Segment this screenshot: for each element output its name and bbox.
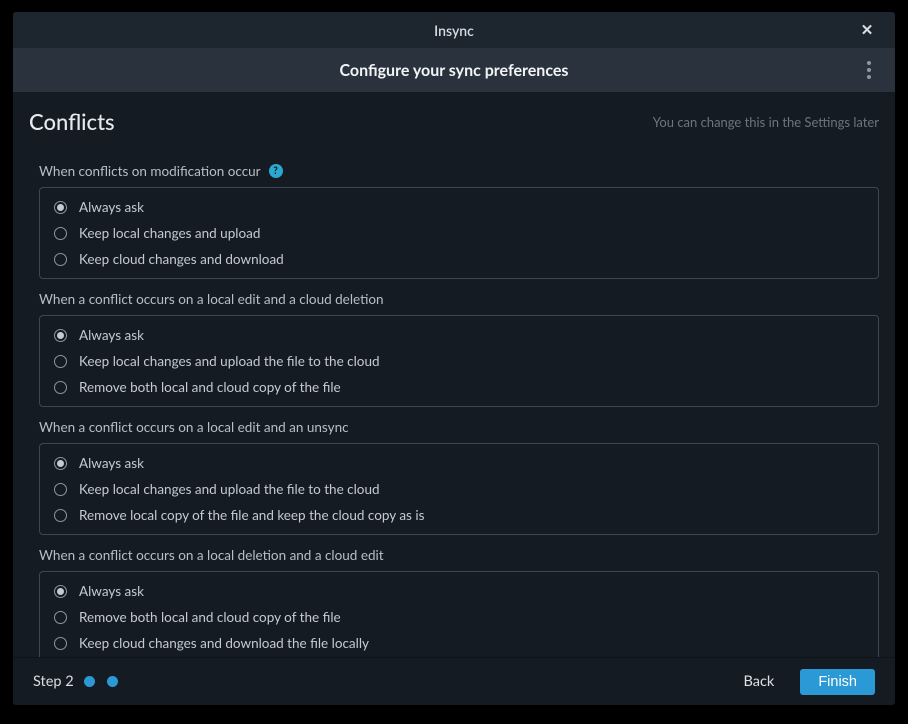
radio-icon	[54, 253, 67, 266]
radio-option[interactable]: Always ask	[40, 322, 878, 348]
radio-option[interactable]: Keep cloud changes and download	[40, 246, 878, 272]
radio-label: Keep local changes and upload	[79, 225, 260, 241]
app-window: Insync ✕ Configure your sync preferences…	[13, 12, 895, 705]
close-button[interactable]: ✕	[849, 12, 885, 48]
group-label-text: When a conflict occurs on a local edit a…	[39, 419, 349, 435]
radio-option[interactable]: Keep cloud changes and download the file…	[40, 630, 878, 656]
radio-icon	[54, 585, 67, 598]
radio-label: Remove local copy of the file and keep t…	[79, 507, 424, 523]
radio-label: Always ask	[79, 199, 144, 215]
close-icon: ✕	[861, 21, 874, 39]
radio-label: Keep local changes and upload the file t…	[79, 481, 380, 497]
group-label-text: When a conflict occurs on a local deleti…	[39, 547, 384, 563]
step-indicator	[84, 676, 118, 687]
radio-icon	[54, 611, 67, 624]
radio-icon	[54, 509, 67, 522]
radio-icon	[54, 381, 67, 394]
more-menu-button[interactable]	[855, 48, 883, 92]
titlebar: Insync ✕	[13, 12, 895, 48]
subheader-title: Configure your sync preferences	[340, 61, 569, 80]
radio-icon	[54, 483, 67, 496]
radio-option[interactable]: Remove both local and cloud copy of the …	[40, 374, 878, 400]
group-label-local-edit-unsync: When a conflict occurs on a local edit a…	[39, 419, 879, 435]
radio-option[interactable]: Always ask	[40, 450, 878, 476]
section-header: Conflicts You can change this in the Set…	[13, 92, 895, 145]
step-dot-icon	[107, 676, 118, 687]
step-dot-icon	[84, 676, 95, 687]
radio-group-local-edit-cloud-delete: Always ask Keep local changes and upload…	[39, 315, 879, 407]
radio-icon	[54, 457, 67, 470]
group-label-text: When a conflict occurs on a local edit a…	[39, 291, 384, 307]
radio-option[interactable]: Remove both local and cloud copy of the …	[40, 604, 878, 630]
back-button[interactable]: Back	[736, 669, 783, 694]
radio-option[interactable]: Keep local changes and upload	[40, 220, 878, 246]
dot-icon	[867, 68, 871, 72]
radio-group-modification: Always ask Keep local changes and upload…	[39, 187, 879, 279]
dot-icon	[867, 75, 871, 79]
subheader: Configure your sync preferences	[13, 48, 895, 92]
radio-option[interactable]: Remove local copy of the file and keep t…	[40, 502, 878, 528]
radio-label: Always ask	[79, 455, 144, 471]
group-label-local-edit-cloud-delete: When a conflict occurs on a local edit a…	[39, 291, 879, 307]
radio-label: Always ask	[79, 327, 144, 343]
radio-label: Keep local changes and upload the file t…	[79, 353, 380, 369]
radio-label: Always ask	[79, 583, 144, 599]
group-label-text: When conflicts on modification occur	[39, 163, 261, 179]
radio-icon	[54, 329, 67, 342]
content-scroll[interactable]: When conflicts on modification occur ? A…	[13, 145, 895, 657]
dot-icon	[867, 61, 871, 65]
radio-option[interactable]: Keep local changes and upload the file t…	[40, 348, 878, 374]
radio-label: Keep cloud changes and download	[79, 251, 284, 267]
section-hint: You can change this in the Settings late…	[653, 114, 879, 130]
wizard-footer: Step 2 Back Finish	[13, 657, 895, 705]
radio-icon	[54, 355, 67, 368]
radio-option[interactable]: Always ask	[40, 578, 878, 604]
radio-option[interactable]: Always ask	[40, 194, 878, 220]
radio-label: Remove both local and cloud copy of the …	[79, 379, 341, 395]
radio-option[interactable]: Keep local changes and upload the file t…	[40, 476, 878, 502]
step-label: Step 2	[33, 673, 74, 690]
radio-icon	[54, 637, 67, 650]
window-title: Insync	[434, 22, 474, 39]
radio-group-local-delete-cloud-edit: Always ask Remove both local and cloud c…	[39, 571, 879, 657]
finish-button[interactable]: Finish	[800, 669, 875, 695]
radio-label: Keep cloud changes and download the file…	[79, 635, 369, 651]
group-label-local-delete-cloud-edit: When a conflict occurs on a local deleti…	[39, 547, 879, 563]
section-title: Conflicts	[29, 108, 115, 135]
help-icon[interactable]: ?	[269, 164, 283, 178]
radio-label: Remove both local and cloud copy of the …	[79, 609, 341, 625]
radio-icon	[54, 227, 67, 240]
radio-icon	[54, 201, 67, 214]
radio-group-local-edit-unsync: Always ask Keep local changes and upload…	[39, 443, 879, 535]
group-label-modification: When conflicts on modification occur ?	[39, 163, 879, 179]
